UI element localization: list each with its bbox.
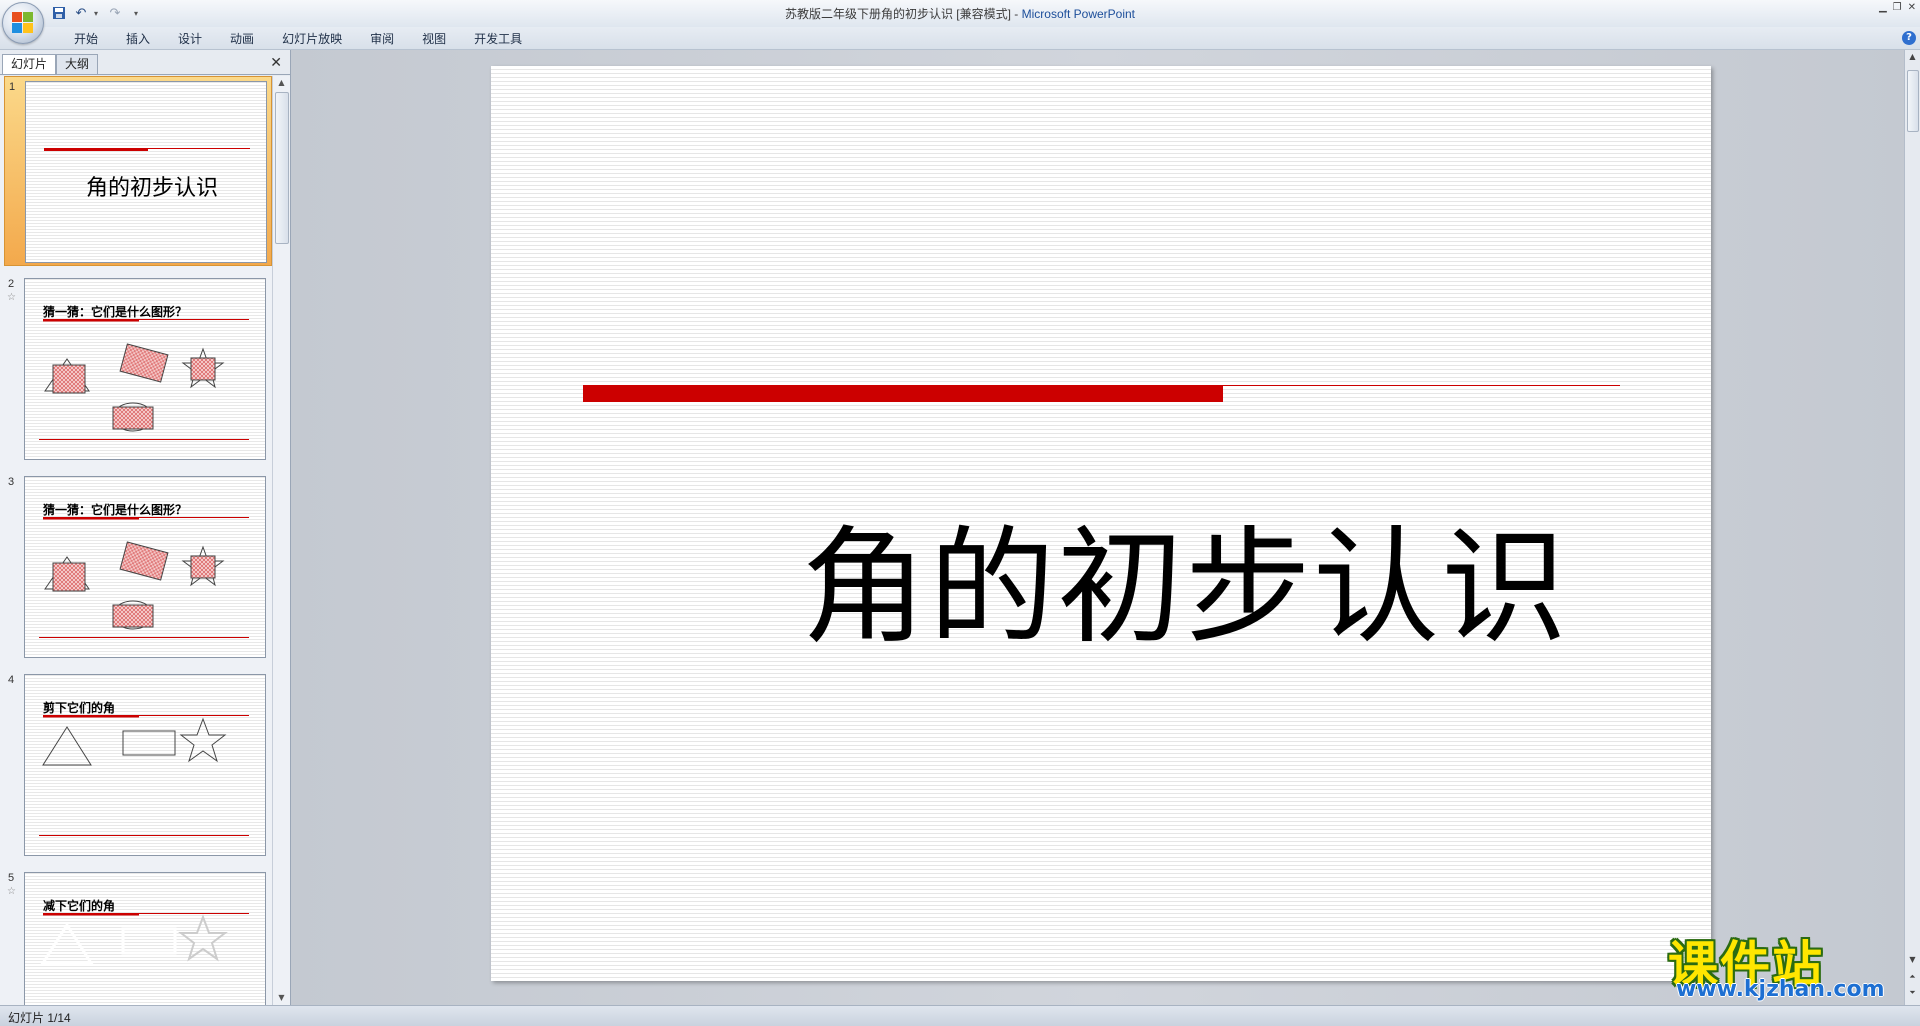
scrollbar-thumb[interactable] xyxy=(275,92,289,244)
thumbnail-title-text: 角的初步认识 xyxy=(86,176,219,201)
thumbnail-shapes xyxy=(40,913,249,965)
office-button[interactable] xyxy=(2,2,44,44)
title-bar: ↶ ▾ ↷ ▾ 苏教版二年级下册角的初步认识 [兼容模式] - Microsof… xyxy=(0,0,1920,28)
thumbnail-heading: 猜一猜：它们是什么图形？ xyxy=(43,305,188,319)
tab-review[interactable]: 审阅 xyxy=(356,30,408,48)
app-name: Microsoft PowerPoint xyxy=(1021,7,1136,21)
status-bar: 幻灯片 1/14 xyxy=(0,1005,1920,1026)
scrollbar-thumb[interactable] xyxy=(1907,70,1919,132)
thumbnail-heading: 减下它们的角 xyxy=(43,899,116,913)
slide-thumbnail-2[interactable]: 2 ☆ 猜一猜：它们是什么图形？ xyxy=(4,274,272,464)
thumbnail-list: 1 角的初步认识 2 ☆ 猜一猜：它们是什么图形？ 3 猜一猜：它们是什么图形？… xyxy=(0,76,272,1005)
slide-thumbnail-preview: 剪下它们的角 xyxy=(24,674,266,856)
close-button[interactable]: ✕ xyxy=(1908,2,1916,13)
slide-thumbnail-preview: 猜一猜：它们是什么图形？ xyxy=(24,278,266,460)
slide-thumbnail-3[interactable]: 3 猜一猜：它们是什么图形？ xyxy=(4,472,272,662)
scroll-down-icon[interactable]: ▼ xyxy=(273,991,290,1005)
close-pane-icon[interactable]: ✕ xyxy=(270,55,282,71)
window-title: 苏教版二年级下册角的初步认识 [兼容模式] - Microsoft PowerP… xyxy=(0,5,1920,22)
slides-pane: 幻灯片 大纲 ✕ 1 角的初步认识 2 ☆ 猜一猜：它们是什么图形？ 3 猜一猜… xyxy=(0,50,291,1005)
tab-slide-show[interactable]: 幻灯片放映 xyxy=(268,30,356,48)
pane-tab-strip: 幻灯片 大纲 ✕ xyxy=(0,52,290,75)
slide-thumbnail-preview: 猜一猜：它们是什么图形？ xyxy=(24,476,266,658)
tab-view[interactable]: 视图 xyxy=(408,30,460,48)
ribbon-tab-bar: 开始 插入 设计 动画 幻灯片放映 审阅 视图 开发工具 ? xyxy=(0,27,1920,50)
tab-slides[interactable]: 幻灯片 xyxy=(2,54,57,74)
tab-developer[interactable]: 开发工具 xyxy=(460,30,536,48)
thumbnail-scrollbar[interactable]: ▲ ▼ xyxy=(272,76,290,1005)
restore-button[interactable]: ❐ xyxy=(1893,2,1902,13)
slide-thumbnail-5[interactable]: 5 ☆ 减下它们的角 xyxy=(4,868,272,1005)
window-controls: ▁ ❐ ✕ xyxy=(1879,2,1916,13)
slide-thick-red-bar xyxy=(583,386,1223,402)
slide-thumbnail-preview: 角的初步认识 xyxy=(25,81,267,263)
scroll-up-icon[interactable]: ▲ xyxy=(1905,52,1920,61)
slide-number: 3 xyxy=(8,476,15,488)
animation-star-icon: ☆ xyxy=(7,292,16,303)
scroll-down-icon[interactable]: ▼ xyxy=(1905,955,1920,964)
watermark-logo: 课件站 www.kjzhan.com xyxy=(1668,925,1902,1002)
previous-slide-icon[interactable]: ⏶ xyxy=(1905,972,1920,982)
scroll-up-icon[interactable]: ▲ xyxy=(273,76,290,90)
slide-number: 5 xyxy=(8,872,15,884)
slide-title-text[interactable]: 角的初步认识 xyxy=(801,486,1569,668)
editor-scrollbar[interactable]: ▲ ▼ ⏶ ⏷ xyxy=(1904,50,1920,1005)
slide-thumbnail-1[interactable]: 1 角的初步认识 xyxy=(4,76,272,266)
animation-star-icon: ☆ xyxy=(7,886,16,897)
current-slide[interactable]: 角的初步认识 xyxy=(491,66,1711,981)
slide-editor-area: 角的初步认识 xyxy=(291,50,1905,1005)
slide-thumbnail-preview: 减下它们的角 xyxy=(24,872,266,1005)
tab-home[interactable]: 开始 xyxy=(60,30,112,48)
minimize-button[interactable]: ▁ xyxy=(1879,2,1887,13)
help-icon[interactable]: ? xyxy=(1902,31,1916,45)
watermark-url: www.kjzhan.com xyxy=(1676,977,1885,1002)
office-logo-icon xyxy=(12,12,34,34)
tab-animations[interactable]: 动画 xyxy=(216,30,268,48)
slide-thumbnail-4[interactable]: 4 剪下它们的角 xyxy=(4,670,272,860)
tab-design[interactable]: 设计 xyxy=(164,30,216,48)
slide-number: 2 xyxy=(8,278,15,290)
thumbnail-heading: 剪下它们的角 xyxy=(43,701,116,715)
next-slide-icon[interactable]: ⏷ xyxy=(1905,988,1920,998)
slide-number: 4 xyxy=(8,674,15,686)
thumbnail-heading: 猜一猜：它们是什么图形？ xyxy=(43,503,188,517)
tab-insert[interactable]: 插入 xyxy=(112,30,164,48)
slide-counter: 幻灯片 1/14 xyxy=(8,1011,71,1025)
document-name: 苏教版二年级下册角的初步认识 [兼容模式] - xyxy=(784,7,1022,21)
slide-number: 1 xyxy=(9,81,16,93)
tab-outline[interactable]: 大纲 xyxy=(56,54,99,74)
